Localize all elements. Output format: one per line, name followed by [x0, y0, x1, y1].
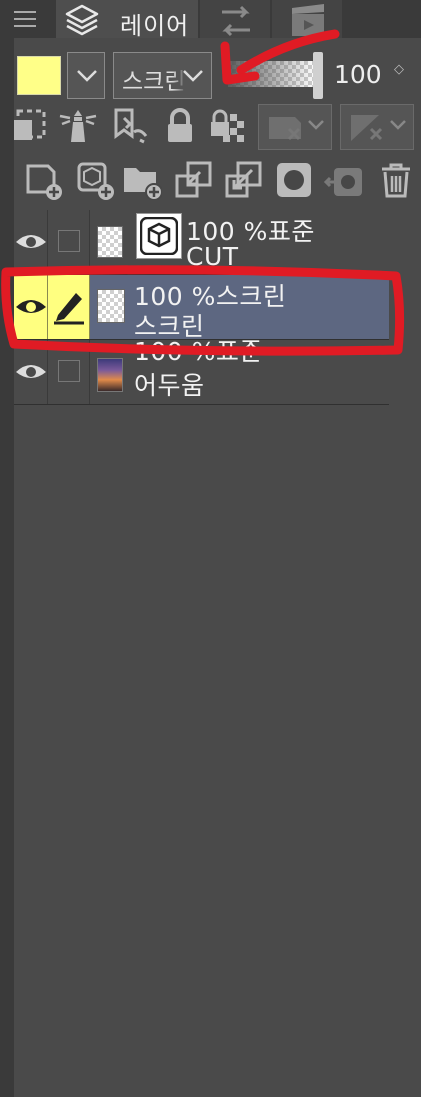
blend-mode-dropdown[interactable]: 스크린 [113, 52, 212, 99]
mask-icon [269, 117, 324, 141]
reference-layer-icon[interactable] [58, 106, 98, 146]
layer-color-swatch[interactable] [17, 56, 61, 95]
annotation-highlight-box [1, 265, 405, 356]
apply-mask-icon[interactable] [323, 160, 364, 200]
cube-icon [140, 217, 178, 255]
layers-icon [65, 4, 99, 36]
chevron-down-icon [77, 70, 97, 82]
opacity-spinner[interactable]: ◇ [394, 63, 404, 76]
3d-layer-thumbnail [136, 213, 182, 259]
draft-layer-icon[interactable] [110, 106, 150, 146]
layer-name: 어두움 [134, 371, 205, 400]
transfer-to-lower-layer-icon[interactable] [174, 160, 214, 200]
lock-icon[interactable] [160, 106, 200, 146]
new-vector-layer-icon[interactable] [76, 160, 116, 200]
left-strip [0, 0, 14, 1097]
lock-transparent-icon[interactable] [208, 106, 248, 146]
eye-icon [16, 365, 46, 378]
ruler-icon [351, 115, 406, 141]
eye-icon [16, 235, 46, 248]
chevron-down-icon [183, 70, 203, 82]
image-layer-thumbnail [97, 358, 123, 392]
tab-layer[interactable]: 레이어 [56, 0, 198, 40]
tab-layer-label: 레이어 [120, 12, 190, 40]
layer-thumbnail [97, 226, 123, 258]
delete-layer-icon[interactable] [376, 160, 416, 200]
combine-to-layer-below-icon[interactable] [224, 160, 264, 200]
new-folder-icon[interactable] [122, 160, 163, 201]
annotation-arrow [220, 29, 340, 85]
clip-layer-icon[interactable] [12, 106, 52, 146]
new-raster-layer-icon[interactable] [24, 160, 64, 200]
layer-color-dropdown[interactable] [67, 52, 105, 99]
menu-icon[interactable] [14, 8, 36, 30]
mask-enable-button[interactable] [258, 104, 332, 150]
ruler-enable-button[interactable] [340, 104, 414, 150]
create-layer-mask-icon[interactable] [274, 160, 314, 200]
